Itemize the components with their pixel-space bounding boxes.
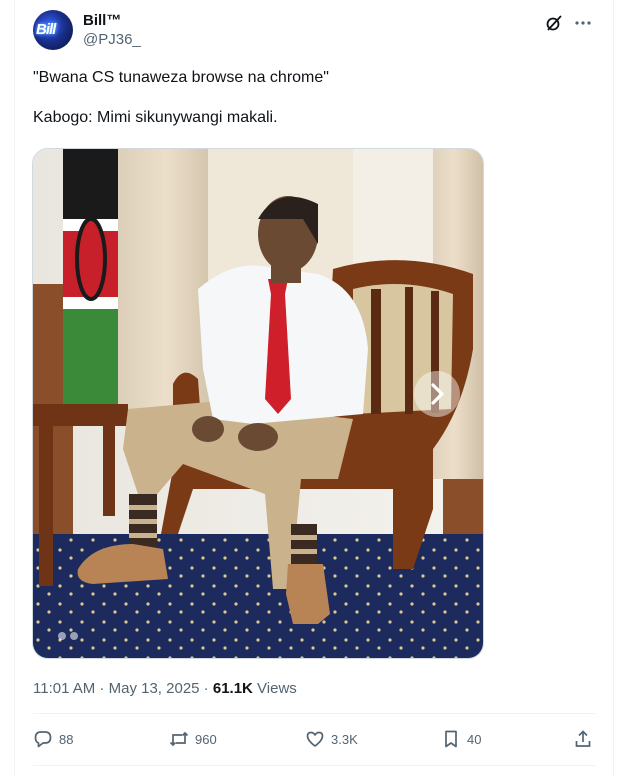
avatar[interactable]: Bill <box>33 10 73 50</box>
tweet-line-quote: "Bwana CS tunaweza browse na chrome" <box>33 69 329 86</box>
display-name[interactable]: Bill™ <box>83 11 141 30</box>
reply-button[interactable]: 88 <box>33 726 73 752</box>
repost-button[interactable]: 960 <box>169 726 217 752</box>
repost-count: 960 <box>195 731 217 747</box>
grok-icon[interactable] <box>545 14 563 32</box>
tweet-time[interactable]: 11:01 AM <box>33 680 95 697</box>
share-button[interactable] <box>573 726 599 752</box>
carousel-dot <box>70 632 78 640</box>
like-count: 3.3K <box>331 731 358 747</box>
action-bar: 88 960 3.3K 40 <box>33 726 595 752</box>
views-label: Views <box>252 680 297 697</box>
user-handle[interactable]: @PJ36_ <box>83 30 141 49</box>
chevron-right-icon <box>431 383 444 405</box>
reply-count: 88 <box>59 731 74 747</box>
divider <box>33 765 595 766</box>
repost-icon <box>169 731 189 747</box>
reply-icon <box>34 731 52 748</box>
carousel-next-button[interactable] <box>414 371 460 417</box>
heart-icon <box>306 731 324 747</box>
tweet-text: "Bwana CS tunaweza browse na chrome" Kab… <box>33 68 593 148</box>
carousel-indicator <box>58 627 82 645</box>
views-count: 61.1K <box>212 680 253 697</box>
share-icon <box>575 730 591 747</box>
tweet-card: Bill Bill™ @PJ36_ "Bwana CS tunaweza bro… <box>14 0 614 776</box>
bookmark-button[interactable]: 40 <box>441 726 481 752</box>
tweet-line-reply: Kabogo: Mimi sikunywangi makali. <box>33 109 278 126</box>
tweet-header: Bill Bill™ @PJ36_ <box>33 10 599 54</box>
author-names: Bill™ @PJ36_ <box>83 11 141 49</box>
avatar-logo-text: Bill <box>36 21 56 38</box>
tweet-meta: 11:01 AM · May 13, 2025 · 61.1K Views <box>33 679 297 699</box>
bookmark-count: 40 <box>467 731 482 747</box>
divider <box>33 713 595 714</box>
more-icon[interactable] <box>573 14 593 32</box>
meta-separator: · <box>95 680 109 697</box>
tweet-photo[interactable] <box>32 148 484 659</box>
like-button[interactable]: 3.3K <box>305 726 358 752</box>
tweet-date[interactable]: May 13, 2025 <box>109 680 200 697</box>
bookmark-icon <box>445 730 457 748</box>
meta-separator: · <box>199 680 213 697</box>
carousel-dot <box>58 632 66 640</box>
